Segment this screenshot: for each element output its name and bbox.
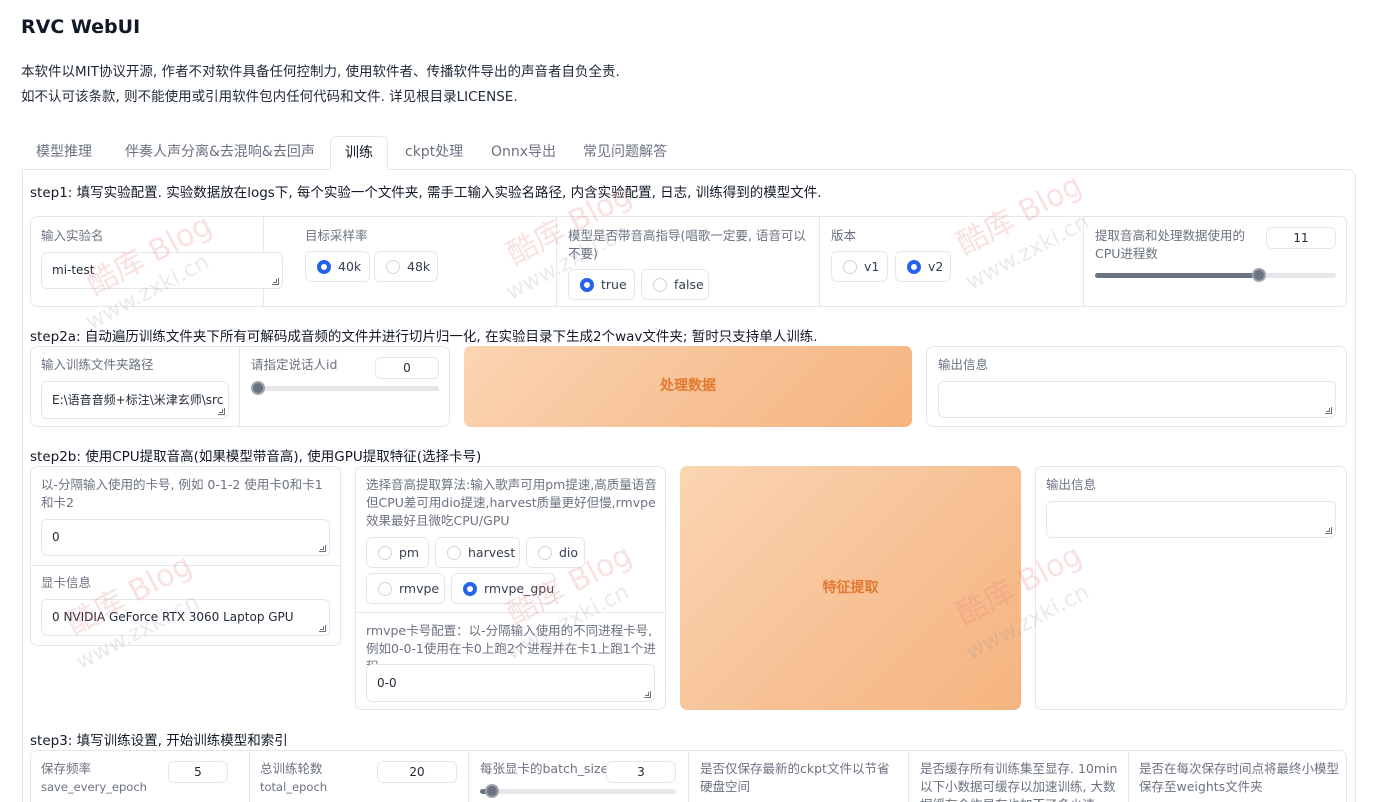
f0-method-rmvpe-gpu-radio[interactable]: rmvpe_gpu <box>451 573 555 604</box>
f0-false-radio[interactable]: false <box>641 269 709 300</box>
step2a-inputs-panel: 输入训练文件夹路径 E:\语音音频+标注\米津玄师\src 请指定说话人id 0 <box>30 346 450 427</box>
rmvpe-gpu-config-input[interactable]: 0-0 <box>366 664 655 702</box>
step3-title: step3: 填写训练设置, 开始训练模型和索引 <box>30 733 288 749</box>
license-notice-line2: 如不认可该条款, 则不能使用或引用软件包内任何代码和文件. 详见根目录LICEN… <box>21 89 518 105</box>
tab-separation[interactable]: 伴奏人声分离&去混响&去回声 <box>111 136 329 170</box>
save-weights-label: 是否在每次保存时间点将最终小模型保存至weights文件夹 <box>1139 761 1340 794</box>
f0-method-dio-radio[interactable]: dio <box>526 537 585 568</box>
sample-rate-label: 目标采样率 <box>305 228 368 243</box>
cpu-processes-label: 提取音高和处理数据使用的CPU进程数 <box>1095 228 1246 261</box>
step3-panel: 保存频率 save_every_epoch 5 总训练轮数 total_epoc… <box>30 750 1347 802</box>
exp-name-label: 输入实验名 <box>41 228 104 243</box>
step2b-output-textbox[interactable] <box>1046 501 1336 538</box>
step2a-output-panel: 输出信息 <box>926 346 1347 427</box>
step2a-title: step2a: 自动遍历训练文件夹下所有可解码成音频的文件并进行切片归一化, 在… <box>30 329 818 345</box>
save-freq-sublabel: save_every_epoch <box>41 780 147 794</box>
batch-size-slider[interactable] <box>480 784 676 798</box>
batch-size-label: 每张显卡的batch_size <box>480 761 609 776</box>
tab-ckpt[interactable]: ckpt处理 <box>391 136 477 170</box>
f0-method-pm-radio[interactable]: pm <box>366 537 429 568</box>
cpu-processes-slider[interactable] <box>1095 268 1336 282</box>
tab-train[interactable]: 训练 <box>330 136 388 170</box>
app-title: RVC WebUI <box>21 16 141 38</box>
gpu-info-label: 显卡信息 <box>41 575 92 590</box>
total-epoch-sublabel: total_epoch <box>260 780 328 794</box>
cpu-processes-number[interactable]: 11 <box>1266 227 1336 249</box>
version-v1-radio[interactable]: v1 <box>831 251 888 282</box>
f0-method-label: 选择音高提取算法:输入歌声可用pm提速,高质量语音但CPU差可用dio提速,ha… <box>366 477 657 528</box>
version-label: 版本 <box>831 228 857 243</box>
gpu-info-textbox[interactable]: 0 NVIDIA GeForce RTX 3060 Laptop GPU <box>41 599 330 636</box>
tab-inference[interactable]: 模型推理 <box>22 136 106 170</box>
cache-to-gpu-label: 是否缓存所有训练集至显存. 10min以下小数据可缓存以加速训练, 大数据缓存会… <box>920 761 1118 802</box>
sample-rate-40k-radio[interactable]: 40k <box>305 251 370 282</box>
save-freq-label: 保存频率 <box>41 761 92 776</box>
gpu-ids-label: 以-分隔输入使用的卡号, 例如 0-1-2 使用卡0和卡1和卡2 <box>41 477 323 510</box>
speaker-id-slider[interactable] <box>251 381 439 395</box>
batch-size-number[interactable]: 3 <box>606 761 676 783</box>
step1-title: step1: 填写实验配置. 实验数据放在logs下, 每个实验一个文件夹, 需… <box>30 185 822 201</box>
step2b-output-label: 输出信息 <box>1046 477 1097 492</box>
f0-method-harvest-radio[interactable]: harvest <box>435 537 520 568</box>
speaker-id-number[interactable]: 0 <box>375 357 439 379</box>
speaker-id-label: 请指定说话人id <box>251 357 338 372</box>
f0-guidance-label: 模型是否带音高指导(唱歌一定要, 语音可以不要) <box>568 228 806 261</box>
step2b-title: step2b: 使用CPU提取音高(如果模型带音高), 使用GPU提取特征(选择… <box>30 449 482 465</box>
tab-faq[interactable]: 常见问题解答 <box>569 136 681 170</box>
step2b-output-panel: 输出信息 <box>1035 466 1347 710</box>
license-notice-line1: 本软件以MIT协议开源, 作者不对软件具备任何控制力, 使用软件者、传播软件导出… <box>21 64 620 80</box>
sample-rate-48k-radio[interactable]: 48k <box>374 251 438 282</box>
process-data-button[interactable]: 处理数据 <box>464 346 912 427</box>
step2b-gpu-panel: 以-分隔输入使用的卡号, 例如 0-1-2 使用卡0和卡1和卡2 0 显卡信息 … <box>30 466 341 646</box>
total-epoch-label: 总训练轮数 <box>260 761 323 776</box>
version-v2-radio[interactable]: v2 <box>895 251 951 282</box>
gpu-ids-input[interactable]: 0 <box>41 519 330 556</box>
f0-true-radio[interactable]: true <box>568 269 635 300</box>
tab-onnx[interactable]: Onnx导出 <box>477 136 570 170</box>
train-dir-label: 输入训练文件夹路径 <box>41 357 154 372</box>
step2b-f0-panel: 选择音高提取算法:输入歌声可用pm提速,高质量语音但CPU差可用dio提速,ha… <box>355 466 666 710</box>
step2a-output-label: 输出信息 <box>938 357 989 372</box>
save-latest-only-label: 是否仅保存最新的ckpt文件以节省硬盘空间 <box>700 761 890 794</box>
step2a-output-textbox[interactable] <box>938 381 1336 418</box>
train-dir-input[interactable]: E:\语音音频+标注\米津玄师\src <box>41 381 229 419</box>
main-tabs: 模型推理 伴奏人声分离&去混响&去回声 训练 ckpt处理 Onnx导出 常见问… <box>22 136 1356 170</box>
step1-panel: 输入实验名 mi-test 目标采样率 40k 48k 模型是否带音高指导(唱歌… <box>30 216 1347 307</box>
extract-features-button[interactable]: 特征提取 <box>680 466 1021 710</box>
save-freq-number[interactable]: 5 <box>168 761 228 783</box>
total-epoch-number[interactable]: 20 <box>377 761 457 783</box>
exp-name-input[interactable]: mi-test <box>41 252 283 289</box>
f0-method-rmvpe-radio[interactable]: rmvpe <box>366 573 445 604</box>
